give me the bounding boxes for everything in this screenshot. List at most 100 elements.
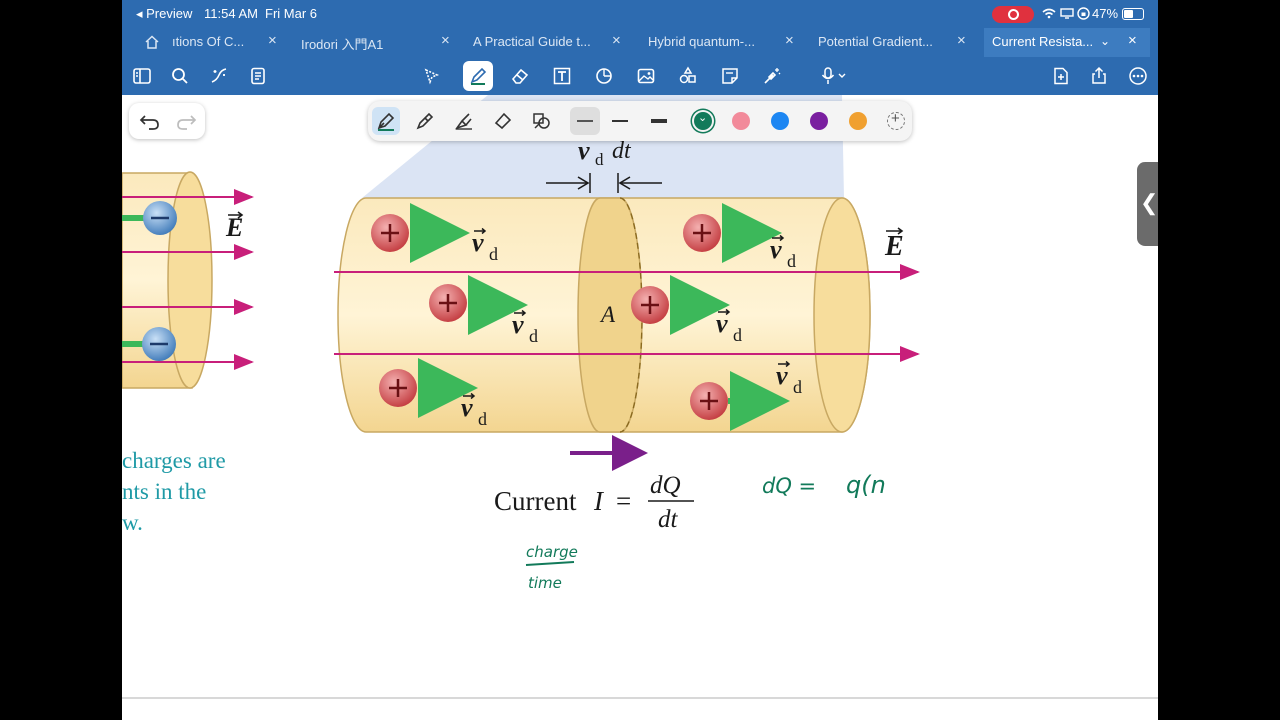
fountain-pen-icon[interactable] (372, 107, 400, 135)
equals-sign: = (616, 486, 631, 516)
e-field-label-left: E (225, 213, 243, 242)
vd-subscript: d (478, 409, 487, 429)
caption-line-1: charges are (122, 448, 226, 473)
color-purple[interactable] (810, 112, 828, 130)
app-screen: ◂ Preview 11:54 AM Fri Mar 6 47% ıtions … (122, 0, 1158, 720)
vd-subscript: d (733, 325, 742, 345)
color-orange[interactable] (849, 112, 867, 130)
more-icon[interactable] (1125, 63, 1151, 89)
chevron-down-icon[interactable]: ⌄ (1100, 34, 1110, 48)
vd-subscript: d (787, 251, 796, 271)
close-tab-icon[interactable]: × (268, 32, 277, 49)
tab-2[interactable]: Irodori 入門A1 × (301, 28, 461, 57)
vd-label: v (512, 310, 524, 339)
ballpoint-pen-icon[interactable] (411, 107, 439, 135)
pen-palette: ⌄ + (368, 101, 912, 141)
battery-icon (1122, 8, 1144, 20)
e-field-label: E (884, 231, 904, 262)
tab-label: ıtions Of C... (172, 34, 245, 49)
pen-icon[interactable] (463, 61, 493, 91)
vd-subscript: d (529, 326, 538, 346)
lasso-icon[interactable] (419, 63, 445, 89)
notebook-page[interactable]: E v d dt A E v d v d v d v d v d v d Cur… (122, 95, 1158, 655)
stroke-medium[interactable] (612, 120, 628, 122)
vd-label: v (472, 228, 484, 257)
handwritten-time: time (528, 574, 562, 592)
current-label: Current (494, 486, 577, 516)
close-tab-icon[interactable]: × (1128, 32, 1137, 49)
fraction-numerator: dQ (650, 472, 681, 499)
brush-pen-icon[interactable] (450, 107, 478, 135)
text-icon[interactable] (549, 63, 575, 89)
undo-icon[interactable] (139, 111, 161, 131)
tab-bar: ıtions Of C... × Irodori 入門A1 × A Practi… (122, 28, 1158, 57)
screen-recording-icon[interactable] (992, 6, 1034, 23)
caption-line-3: w. (122, 510, 143, 535)
shapes-icon[interactable] (591, 63, 617, 89)
close-tab-icon[interactable]: × (957, 32, 966, 49)
sticker-icon[interactable] (675, 63, 701, 89)
current-symbol: I (593, 486, 605, 516)
page-divider (122, 697, 1158, 699)
share-icon[interactable] (1086, 63, 1112, 89)
area-label: A (599, 302, 616, 327)
vd-label: v (776, 361, 788, 390)
add-page-icon[interactable] (1048, 63, 1074, 89)
fraction-denominator: dt (658, 506, 679, 533)
mic-icon[interactable] (814, 63, 854, 89)
wifi-icon (1042, 8, 1056, 19)
redo-icon[interactable] (175, 111, 197, 131)
tab-label: A Practical Guide t... (473, 34, 591, 49)
vd-label: v (461, 393, 473, 422)
eraser-icon[interactable] (507, 63, 533, 89)
eraser-tool-icon[interactable] (489, 107, 517, 135)
status-date: Fri Mar 6 (265, 6, 317, 21)
vd-label: v (716, 309, 728, 338)
search-icon[interactable] (167, 63, 193, 89)
dt-label-top: dt (612, 138, 632, 164)
tab-4[interactable]: Hybrid quantum-... × (648, 28, 808, 57)
tab-label: Potential Gradient... (818, 34, 933, 49)
tab-1[interactable]: ıtions Of C... × (172, 28, 292, 57)
stroke-thick[interactable] (651, 119, 667, 123)
main-toolbar (122, 57, 1158, 95)
vd-subscript: d (489, 244, 498, 264)
checkmark-icon: ⌄ (698, 112, 708, 124)
tab-label: Irodori 入門A1 (301, 37, 384, 52)
handwritten-charge: charge (526, 543, 578, 561)
caption-line-2: nts in the (122, 479, 207, 504)
stroke-thin[interactable] (570, 107, 600, 135)
lock-rotation-icon (1077, 7, 1090, 20)
shape-tool-icon[interactable] (528, 107, 556, 135)
back-to-preview[interactable]: ◂ Preview (136, 6, 192, 22)
note-icon[interactable] (717, 63, 743, 89)
status-time: 11:54 AM (204, 6, 258, 21)
image-icon[interactable] (633, 63, 659, 89)
close-tab-icon[interactable]: × (612, 32, 621, 49)
tab-label: Current Resista... (992, 34, 1094, 49)
vd-label: v (770, 235, 782, 264)
close-tab-icon[interactable]: × (441, 32, 450, 49)
status-bar: ◂ Preview 11:54 AM Fri Mar 6 47% (122, 0, 1158, 28)
screen-mirror-icon (1060, 8, 1074, 19)
color-pink[interactable] (732, 112, 750, 130)
battery-percent: 47% (1092, 6, 1119, 21)
handwritten-dq: dQ = (762, 474, 816, 498)
tab-6-active[interactable]: Current Resista... ⌄ × (984, 28, 1150, 57)
color-blue[interactable] (771, 112, 789, 130)
laser-icon[interactable] (759, 63, 785, 89)
magic-icon[interactable] (206, 63, 232, 89)
tab-3[interactable]: A Practical Guide t... × (473, 28, 633, 57)
handwritten-q: q(n (846, 471, 886, 499)
add-color-icon[interactable]: + (887, 110, 905, 130)
current-diagram: E v d dt A E v d v d v d v d v d v d Cur… (122, 95, 920, 592)
home-icon[interactable] (144, 34, 160, 50)
sidebar-toggle-handle[interactable]: ❮ (1137, 162, 1158, 246)
tab-5[interactable]: Potential Gradient... × (818, 28, 978, 57)
undo-redo-panel (129, 103, 205, 139)
sidebar-icon[interactable] (129, 63, 155, 89)
vd-subscript-top: d (595, 150, 604, 169)
chevron-left-icon: ❮ (1140, 190, 1158, 215)
outline-icon[interactable] (245, 63, 271, 89)
close-tab-icon[interactable]: × (785, 32, 794, 49)
